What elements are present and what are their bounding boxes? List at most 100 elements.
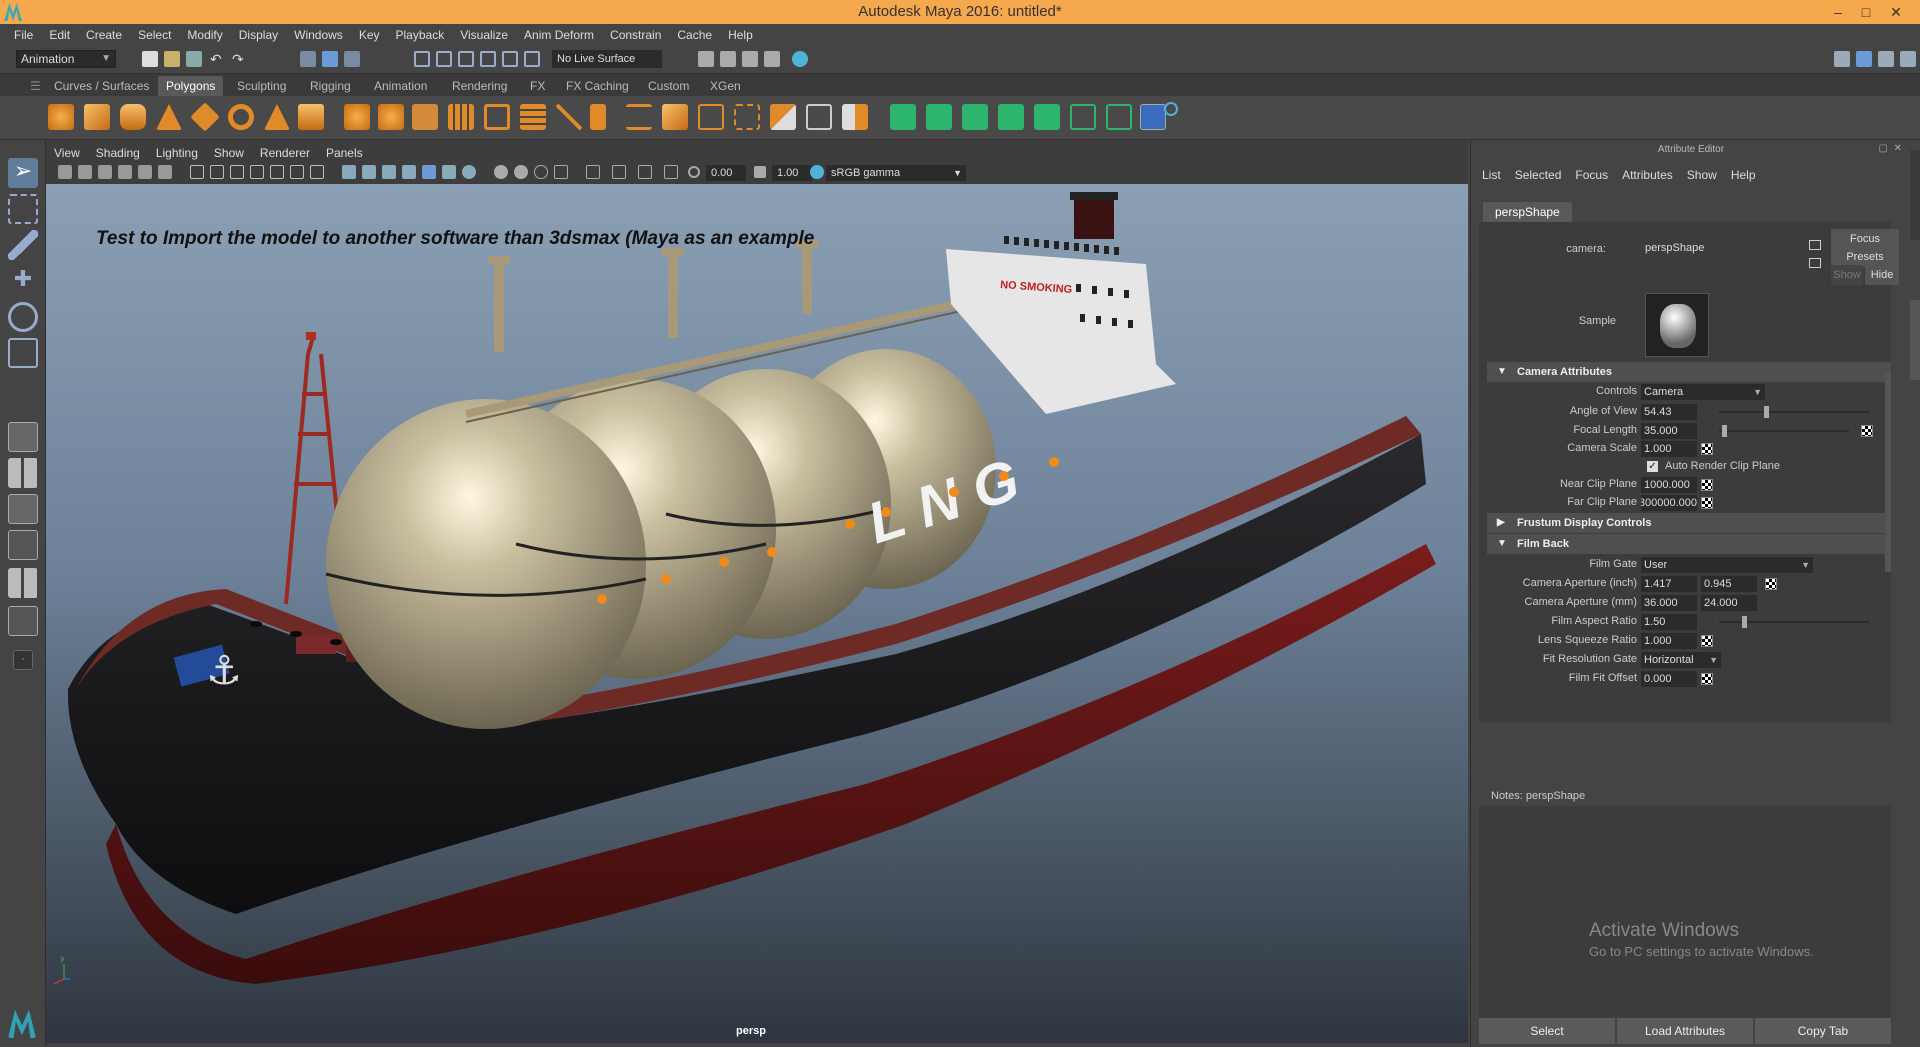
four-view-icon[interactable] xyxy=(8,458,38,488)
section-camera-attributes[interactable]: ▼ Camera Attributes xyxy=(1487,362,1891,382)
maximize-icon[interactable]: □ xyxy=(1852,0,1880,24)
save-scene-icon[interactable] xyxy=(186,51,202,67)
camscale-field[interactable]: 1.000 xyxy=(1641,441,1697,457)
menu-modify[interactable]: Modify xyxy=(179,24,230,46)
move-tool-icon[interactable]: ✚ xyxy=(8,266,38,296)
open-scene-icon[interactable] xyxy=(164,51,180,67)
render-view-icon[interactable] xyxy=(792,51,808,67)
camera-attr-icon[interactable] xyxy=(78,165,92,179)
ae-menu-list[interactable]: List xyxy=(1475,166,1508,184)
grease-pencil-icon[interactable] xyxy=(158,165,172,179)
single-view-icon[interactable] xyxy=(8,422,38,452)
reduce-icon[interactable] xyxy=(842,104,868,130)
tab-rendering[interactable]: Rendering xyxy=(444,76,515,96)
tab-sculpting[interactable]: Sculpting xyxy=(229,76,294,96)
select-hierarchy-icon[interactable] xyxy=(300,51,316,67)
squeeze-map-icon[interactable] xyxy=(1701,635,1713,647)
aspect-field[interactable]: 1.50 xyxy=(1641,614,1697,630)
poly-cone-icon[interactable] xyxy=(156,104,182,130)
camscale-map-icon[interactable] xyxy=(1701,443,1713,455)
safe-title-icon[interactable] xyxy=(310,165,324,179)
image-plane-icon[interactable] xyxy=(118,165,132,179)
merge-vertex-icon[interactable] xyxy=(806,104,832,130)
minimize-icon[interactable]: – xyxy=(1824,0,1852,24)
gamma-field[interactable]: 1.00 xyxy=(772,165,812,181)
3d-viewport[interactable]: NO SMOKING LNG ⚓ y Test to Import the mo… xyxy=(46,184,1468,1043)
combine-icon[interactable] xyxy=(344,104,370,130)
fitgate-dropdown[interactable]: Horizontal ▼ xyxy=(1641,652,1721,668)
show-button[interactable]: Show xyxy=(1831,265,1863,285)
notes-field[interactable] xyxy=(1479,806,1891,1018)
xray-components-icon[interactable] xyxy=(664,165,678,179)
textured-icon[interactable] xyxy=(402,165,416,179)
backface-icon[interactable] xyxy=(638,165,652,179)
menu-select[interactable]: Select xyxy=(130,24,179,46)
squeeze-field[interactable]: 1.000 xyxy=(1641,633,1697,649)
camera-select-icon[interactable] xyxy=(58,165,72,179)
resolution-gate-icon[interactable] xyxy=(230,165,244,179)
close-panel-icon[interactable]: ✕ xyxy=(1894,143,1902,154)
menu-playback[interactable]: Playback xyxy=(388,24,453,46)
uv-cylindrical-icon[interactable] xyxy=(926,104,952,130)
poly-plane-icon[interactable] xyxy=(190,102,220,132)
tab-rigging[interactable]: Rigging xyxy=(302,76,359,96)
load-attributes-button[interactable]: Load Attributes xyxy=(1617,1018,1753,1044)
menu-file[interactable]: File xyxy=(6,24,41,46)
isolate-select-icon[interactable] xyxy=(554,165,568,179)
select-button[interactable]: Select xyxy=(1479,1018,1615,1044)
vp-menu-renderer[interactable]: Renderer xyxy=(252,144,318,162)
grid-toggle-icon[interactable] xyxy=(190,165,204,179)
2d-pan-zoom-icon[interactable] xyxy=(138,165,152,179)
layout-modeling-icon[interactable] xyxy=(1834,51,1850,67)
xray-icon[interactable] xyxy=(586,165,600,179)
menu-key[interactable]: Key xyxy=(351,24,388,46)
uv-planar-icon[interactable] xyxy=(890,104,916,130)
menu-help[interactable]: Help xyxy=(720,24,761,46)
far-clip-map-icon[interactable] xyxy=(1701,497,1713,509)
menu-constrain[interactable]: Constrain xyxy=(602,24,669,46)
hypershade-icon[interactable] xyxy=(764,51,780,67)
wire-on-shaded-icon[interactable] xyxy=(382,165,396,179)
auto-clip-checkbox[interactable]: ✓ xyxy=(1647,461,1658,472)
menu-create[interactable]: Create xyxy=(78,24,130,46)
tab-fx-caching[interactable]: FX Caching xyxy=(558,76,637,96)
separate-icon[interactable] xyxy=(378,104,404,130)
use-all-lights-icon[interactable] xyxy=(422,165,436,179)
ae-scrollbar[interactable] xyxy=(1885,372,1891,572)
menu-visualize[interactable]: Visualize xyxy=(452,24,516,46)
focus-button[interactable]: Focus xyxy=(1831,229,1899,249)
tab-perspshape[interactable]: perspShape xyxy=(1483,202,1572,222)
aspect-slider-thumb[interactable] xyxy=(1741,616,1747,628)
ap-inch-map-icon[interactable] xyxy=(1765,578,1777,590)
menu-set-dropdown[interactable]: Animation ▼ xyxy=(16,50,116,68)
ae-menu-selected[interactable]: Selected xyxy=(1508,166,1569,184)
poly-cylinder-icon[interactable] xyxy=(120,104,146,130)
near-clip-field[interactable]: 1000.000 xyxy=(1641,477,1697,493)
render-frame-icon[interactable] xyxy=(698,51,714,67)
anti-alias-icon[interactable] xyxy=(514,165,528,179)
float-panel-icon[interactable]: ▢ xyxy=(1879,143,1888,154)
close-icon[interactable]: ✕ xyxy=(1882,0,1910,24)
input-connections-icon[interactable] xyxy=(1809,240,1821,250)
layout-channel-icon[interactable] xyxy=(1856,51,1872,67)
select-tool-icon[interactable]: ➢ xyxy=(8,158,38,188)
wireframe-icon[interactable] xyxy=(342,165,356,179)
exposure-field[interactable]: 0.00 xyxy=(706,165,746,181)
bookmark-icon[interactable] xyxy=(98,165,112,179)
aov-slider[interactable] xyxy=(1719,406,1869,418)
poly-sphere-icon[interactable] xyxy=(48,104,74,130)
shelf-menu-icon[interactable]: ☰ xyxy=(22,76,49,96)
scale-tool-icon[interactable] xyxy=(8,338,38,368)
focal-slider[interactable] xyxy=(1719,425,1849,437)
snap-surface-icon[interactable] xyxy=(502,51,518,67)
hypershade-layout-icon[interactable] xyxy=(8,568,38,598)
menu-display[interactable]: Display xyxy=(231,24,286,46)
ipr-render-icon[interactable] xyxy=(720,51,736,67)
poly-pyramid-icon[interactable] xyxy=(264,104,290,130)
lasso-tool-icon[interactable] xyxy=(8,194,38,224)
poly-torus-icon[interactable] xyxy=(228,104,254,130)
tab-custom[interactable]: Custom xyxy=(640,76,697,96)
new-scene-icon[interactable] xyxy=(142,51,158,67)
snap-point-icon[interactable] xyxy=(458,51,474,67)
target-weld-icon[interactable] xyxy=(698,104,724,130)
